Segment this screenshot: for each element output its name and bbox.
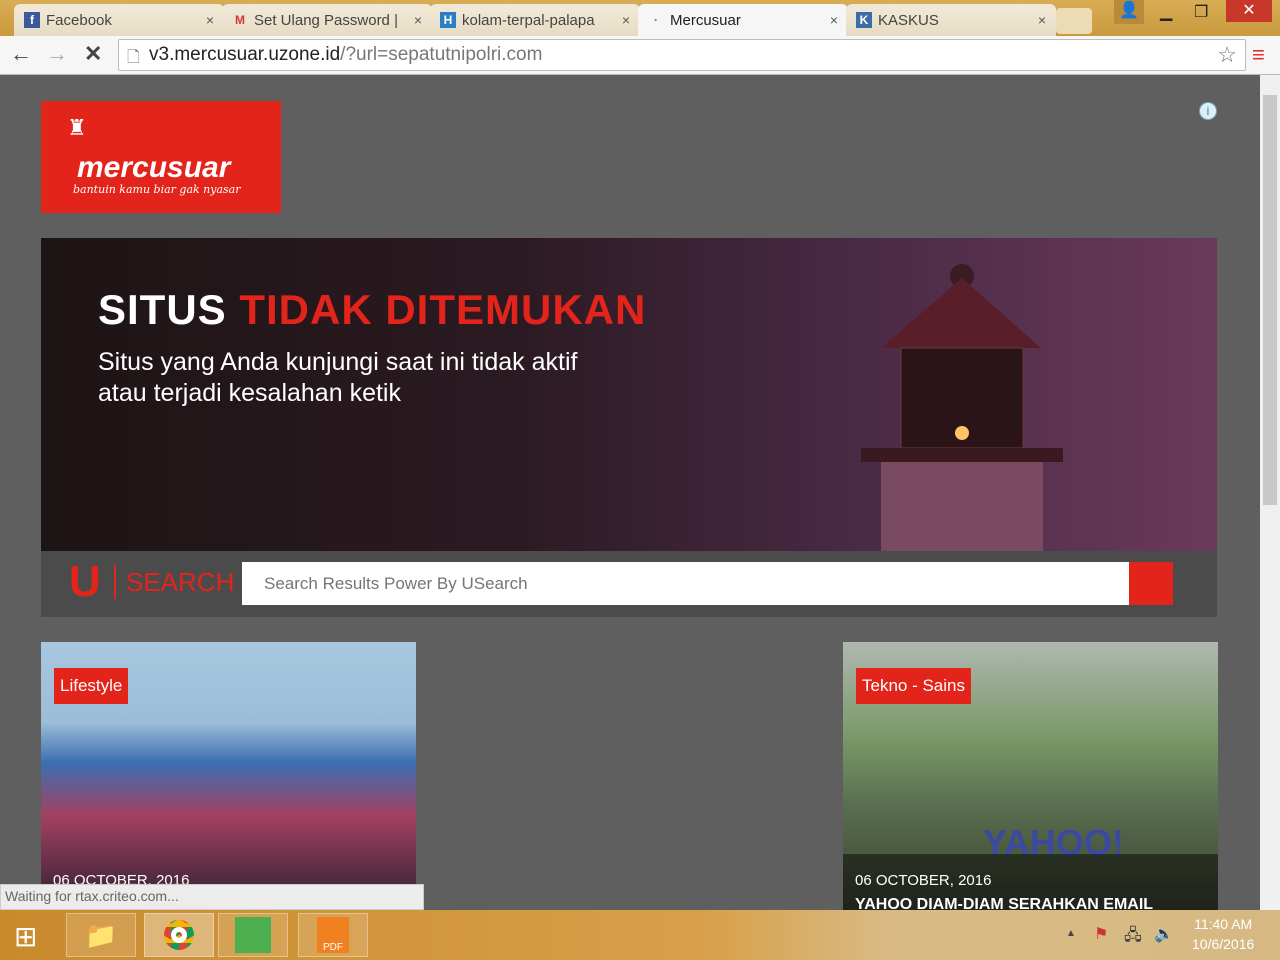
tab-title: Set Ulang Password |: [254, 11, 398, 29]
category-badge[interactable]: Lifestyle: [54, 668, 129, 704]
back-button[interactable]: ←: [10, 41, 32, 67]
tab-title: Facebook: [46, 11, 112, 29]
close-icon[interactable]: ×: [622, 12, 630, 28]
logo-name: mercusuar: [77, 151, 231, 184]
usearch-logo-text: SEARCH: [126, 567, 235, 597]
close-icon[interactable]: ×: [414, 12, 422, 28]
article-card[interactable]: YAHOO! Tekno - Sains 06 OCTOBER, 2016 YA…: [843, 642, 1218, 910]
status-bubble: Waiting for rtax.criteo.com...: [0, 884, 424, 910]
usearch-logo-u: U: [69, 557, 101, 606]
close-icon[interactable]: ×: [1038, 12, 1046, 28]
address-bar[interactable]: 🗋 v3.mercusuar.uzone.id/?url=sepatutnipo…: [118, 39, 1246, 71]
maximize-button[interactable]: ❐: [1194, 2, 1208, 22]
clock-date: 10/6/2016: [1192, 936, 1255, 952]
usearch-bar: U SEARCH: [41, 551, 1217, 617]
lighthouse-icon: ♜: [67, 115, 87, 140]
toolbar: ← → ✕ 🗋 v3.mercusuar.uzone.id/?url=sepat…: [0, 36, 1280, 75]
tab-kaskus[interactable]: K KASKUS ×: [846, 4, 1056, 36]
minimize-button[interactable]: ▁: [1160, 2, 1172, 22]
mercusuar-logo[interactable]: ♜ mercusuar bantuin kamu biar gak nyasar: [41, 101, 281, 213]
scrollbar-thumb[interactable]: [1263, 95, 1277, 505]
user-icon[interactable]: 👤: [1114, 0, 1144, 24]
search-button[interactable]: [1129, 562, 1173, 605]
tab-mercusuar[interactable]: · Mercusuar ×: [638, 4, 848, 36]
search-input[interactable]: [242, 562, 1129, 605]
forward-button[interactable]: →: [46, 41, 68, 67]
tab-gmail[interactable]: M Set Ulang Password | ×: [222, 4, 432, 36]
stop-button[interactable]: ✕: [84, 41, 102, 67]
foxit-pdf-icon[interactable]: PDF: [298, 913, 368, 957]
close-icon[interactable]: ×: [830, 12, 838, 28]
gmail-icon: M: [235, 13, 245, 27]
scrollbar[interactable]: [1260, 75, 1280, 910]
taskbar: ⊞ 📁 PDF ▲ ⚑ 🖧 🔈 11:40 AM 10/6/2016: [0, 910, 1280, 960]
url-path: /?url=sepatutnipolri.com: [340, 44, 543, 65]
close-window-button[interactable]: ✕: [1226, 0, 1272, 22]
tab-title: Mercusuar: [670, 11, 741, 29]
menu-icon[interactable]: ≡: [1252, 42, 1265, 68]
article-card[interactable]: Lifestyle 06 OCTOBER, 2016: [41, 642, 416, 910]
article-title[interactable]: YAHOO DIAM-DIAM SERAHKAN EMAIL: [855, 896, 1153, 910]
ad-info-icon[interactable]: i: [1199, 102, 1217, 120]
banner-line-1: Situs yang Anda kunjungi saat ini tidak …: [98, 348, 578, 376]
file-explorer-icon[interactable]: 📁: [66, 913, 136, 957]
logo-tagline: bantuin kamu biar gak nyasar: [73, 183, 241, 196]
tab-facebook[interactable]: f Facebook ×: [14, 4, 224, 36]
clock-time: 11:40 AM: [1194, 916, 1253, 932]
new-tab-button[interactable]: [1056, 8, 1092, 34]
banner-line-2: atau terjadi kesalahan ketik: [98, 379, 401, 407]
tab-title: kolam-terpal-palapa: [462, 11, 595, 29]
network-icon[interactable]: 🖧: [1124, 924, 1142, 951]
tab-strip: f Facebook × M Set Ulang Password | × Hkolam…: [0, 0, 1280, 36]
facebook-icon: f: [24, 12, 40, 28]
tray-expand-icon[interactable]: ▲: [1066, 928, 1076, 939]
clock[interactable]: 11:40 AM 10/6/2016: [1192, 916, 1254, 952]
volume-icon[interactable]: 🔈: [1154, 924, 1174, 944]
star-icon[interactable]: ☆: [1217, 42, 1237, 68]
url-host: v3.mercusuar.uzone.id: [149, 44, 341, 65]
coreldraw-icon[interactable]: [218, 913, 288, 957]
h-icon: H: [440, 12, 456, 28]
tab-kolam[interactable]: Hkolam-terpal-palapa ×: [430, 4, 640, 36]
hero-banner: SITUS TIDAK DITEMUKAN Situs yang Anda ku…: [41, 238, 1217, 551]
close-icon[interactable]: ×: [206, 12, 214, 28]
banner-title-white: SITUS: [98, 286, 227, 333]
logo-divider: [114, 565, 116, 599]
chrome-icon[interactable]: [144, 913, 214, 957]
page-icon: 🗋: [127, 49, 140, 66]
action-center-flag-icon[interactable]: ⚑: [1094, 924, 1108, 944]
lighthouse-icon: [861, 264, 1063, 551]
category-badge[interactable]: Tekno - Sains: [856, 668, 971, 704]
banner-title-red: TIDAK DITEMUKAN: [239, 286, 647, 333]
article-date: 06 OCTOBER, 2016: [855, 872, 992, 889]
windows-start-icon[interactable]: ⊞: [14, 920, 37, 953]
tab-title: KASKUS: [878, 11, 939, 29]
loading-icon: ·: [654, 13, 658, 27]
kaskus-icon: K: [856, 12, 872, 28]
